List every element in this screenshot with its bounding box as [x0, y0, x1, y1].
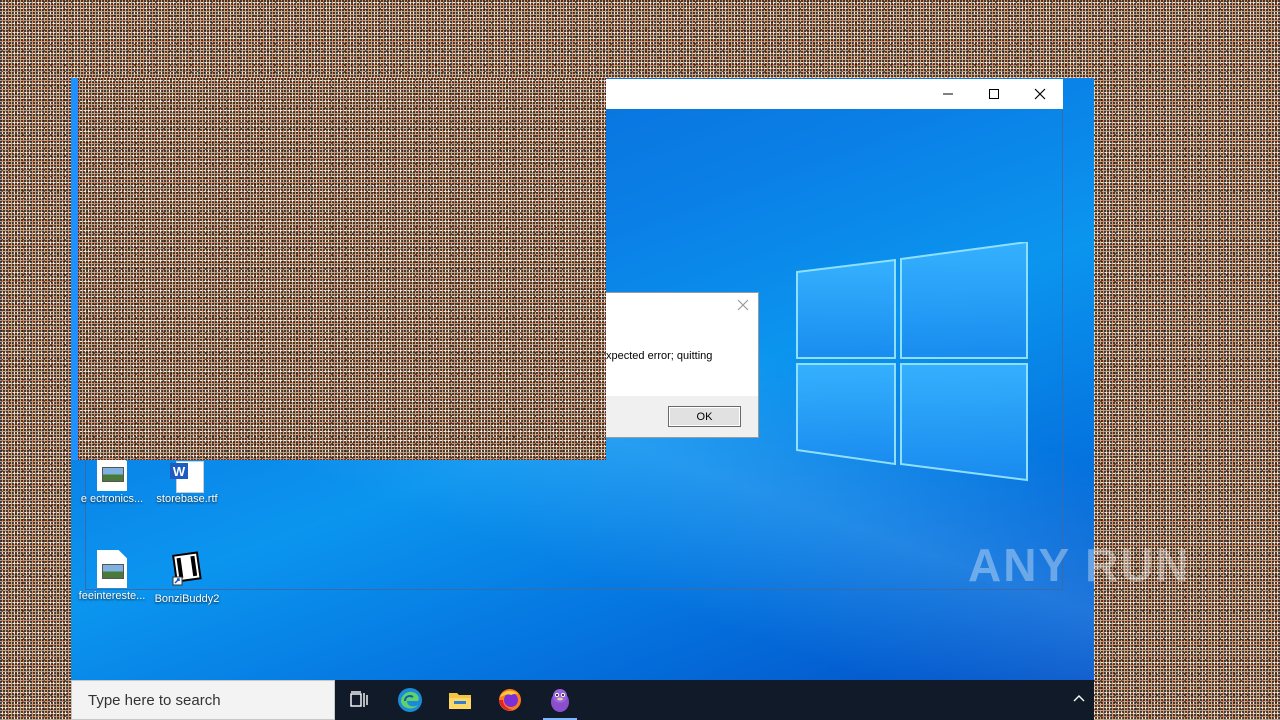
desktop-icon-label: e ectronics...	[80, 493, 144, 505]
dialog-message: xpected error; quitting	[606, 350, 713, 362]
taskbar-file-explorer[interactable]	[435, 680, 485, 720]
desktop: e ectronics... W storebase.rtf feeintere…	[71, 78, 1094, 680]
image-file-icon	[97, 550, 127, 588]
error-dialog: xpected error; quitting OK	[606, 292, 759, 438]
close-icon[interactable]	[736, 298, 750, 312]
maximize-button[interactable]	[971, 79, 1017, 109]
desktop-icon-electronics[interactable]: e ectronics...	[74, 453, 150, 505]
folder-icon	[449, 693, 471, 709]
taskbar-task-view[interactable]	[335, 680, 385, 720]
watermark: ANY RUN	[968, 539, 1191, 591]
minimize-button[interactable]	[925, 79, 971, 109]
desktop-icon-bonzibuddy[interactable]: BonziBuddy2	[149, 550, 225, 605]
window-border	[85, 460, 1063, 590]
ok-button[interactable]: OK	[668, 406, 741, 427]
desktop-icon-label: feeintereste...	[78, 590, 146, 602]
firefox-icon	[499, 689, 521, 711]
maximize-icon	[989, 89, 999, 99]
minimize-icon	[943, 93, 953, 95]
bonzi-icon	[551, 689, 569, 712]
edge-icon	[398, 688, 422, 712]
search-box[interactable]: Type here to search	[71, 680, 335, 720]
taskbar-firefox[interactable]	[485, 680, 535, 720]
word-document-icon: W	[170, 461, 204, 493]
glitch-overlay	[71, 78, 606, 460]
search-placeholder: Type here to search	[88, 691, 221, 709]
dialog-footer: OK	[606, 396, 758, 437]
close-icon	[1034, 88, 1046, 100]
taskbar: Type here to search	[71, 680, 1094, 720]
close-button[interactable]	[1017, 79, 1063, 109]
desktop-icon-storebase[interactable]: W storebase.rtf	[149, 453, 225, 505]
window-edge	[71, 78, 78, 460]
task-view-icon	[350, 691, 368, 707]
taskbar-bonzibuddy[interactable]	[535, 680, 585, 720]
chevron-up-icon[interactable]	[1072, 692, 1086, 706]
desktop-icon-feeinterested[interactable]: feeintereste...	[74, 550, 150, 602]
desktop-icon-label: BonziBuddy2	[154, 593, 220, 605]
taskbar-edge[interactable]	[385, 680, 435, 720]
desktop-icon-label: storebase.rtf	[156, 493, 218, 505]
window-titlebar[interactable]	[606, 79, 1063, 109]
shortcut-film-icon	[172, 551, 202, 586]
